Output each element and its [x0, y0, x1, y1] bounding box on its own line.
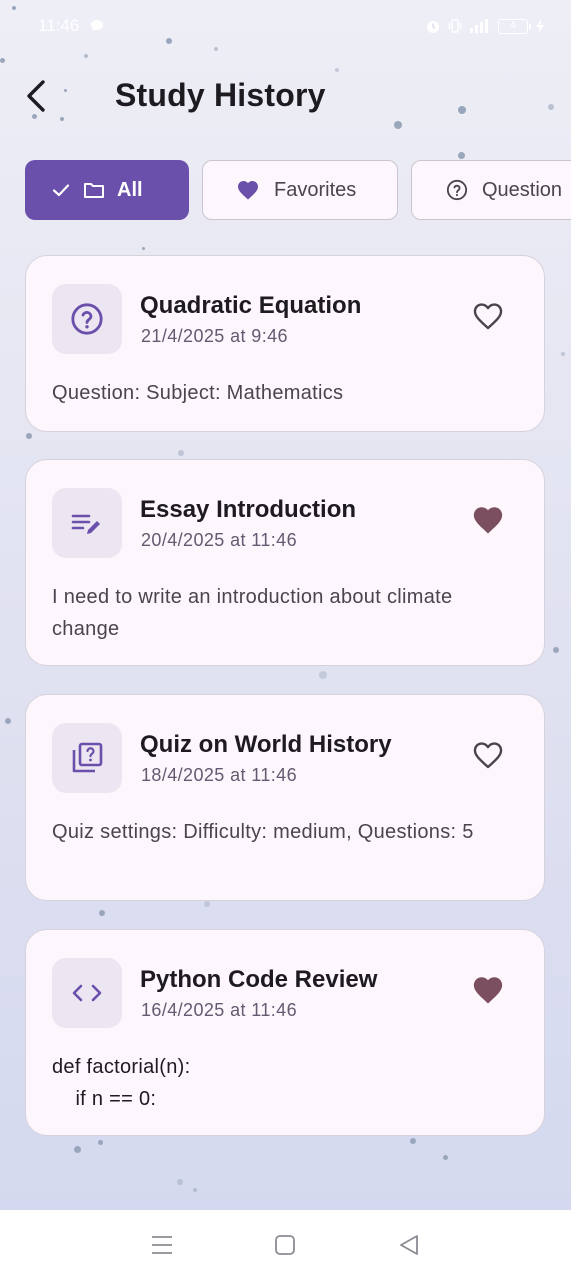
history-card[interactable]: Quadratic Equation 21/4/2025 at 9:46 Que… [25, 255, 545, 432]
card-date: 18/4/2025 at 11:46 [141, 765, 297, 785]
status-bar: 11:46 4 [0, 0, 571, 52]
folder-icon [84, 183, 104, 198]
card-preview: I need to write an introduction about cl… [52, 586, 459, 640]
status-time: 11:46 [38, 16, 80, 35]
background-dot [193, 1188, 197, 1192]
status-left: 11:46 [38, 16, 105, 36]
history-card[interactable]: Essay Introduction 20/4/2025 at 11:46 I … [25, 459, 545, 666]
history-card[interactable]: Python Code Review 16/4/2025 at 11:46 de… [25, 929, 545, 1136]
background-dot [553, 647, 559, 653]
filter-chip-all[interactable]: All [25, 160, 189, 220]
card-date: 16/4/2025 at 11:46 [141, 1000, 297, 1020]
filter-chip-question[interactable]: Question [411, 160, 571, 220]
page-title: Study History [115, 77, 326, 113]
back-button[interactable] [16, 76, 56, 116]
card-date: 20/4/2025 at 11:46 [141, 530, 297, 550]
status-right: 4 [425, 18, 545, 34]
heart-filled-icon [473, 507, 503, 534]
heart-icon [238, 181, 258, 200]
background-dot [26, 433, 32, 439]
filter-chips: All Favorites Question [25, 160, 571, 220]
filter-chip-label: All [117, 178, 143, 201]
background-dot [319, 671, 327, 679]
heart-outline-icon [473, 303, 503, 330]
alarm-icon [427, 21, 439, 33]
charging-icon [536, 19, 544, 33]
background-dot [142, 247, 145, 250]
background-dot [99, 910, 105, 916]
home-square-icon [275, 1235, 296, 1255]
card-date: 21/4/2025 at 9:46 [141, 326, 288, 346]
favorite-toggle[interactable] [468, 735, 508, 775]
background-dot [204, 901, 210, 907]
edit-note-icon [71, 514, 100, 534]
app-header: Study History [0, 66, 571, 126]
menu-icon [151, 1236, 172, 1254]
question-circle-icon [71, 303, 103, 335]
card-title: Quadratic Equation [140, 292, 362, 319]
system-nav-bar [0, 1210, 571, 1280]
card-icon-tile [52, 488, 122, 558]
background-dot [458, 152, 465, 159]
card-title: Quiz on World History [140, 731, 392, 758]
background-dot [177, 1179, 183, 1185]
heart-outline-icon [473, 742, 503, 769]
code-icon [72, 984, 102, 1002]
quiz-icon [72, 742, 103, 773]
background-dot [84, 54, 88, 58]
background-dot [0, 58, 5, 63]
background-dot [410, 1138, 416, 1144]
card-icon-tile [52, 284, 122, 354]
card-icon-tile [52, 958, 122, 1028]
background-dot [5, 718, 11, 724]
favorite-toggle[interactable] [468, 296, 508, 336]
nav-back-button[interactable] [389, 1225, 429, 1265]
chevron-left-icon [27, 80, 45, 112]
question-circle-icon [446, 179, 468, 201]
background-dot [561, 352, 565, 356]
check-icon [52, 184, 70, 197]
filter-chip-favorites[interactable]: Favorites [202, 160, 398, 220]
signal-icon [470, 19, 488, 33]
card-preview: Quiz settings: Difficulty: medium, Quest… [52, 821, 474, 843]
background-dot [443, 1155, 448, 1160]
favorite-toggle[interactable] [468, 970, 508, 1010]
card-title: Python Code Review [140, 966, 378, 993]
card-icon-tile [52, 723, 122, 793]
vibrate-icon [448, 19, 462, 33]
favorite-toggle[interactable] [468, 500, 508, 540]
back-triangle-icon [400, 1235, 419, 1255]
card-preview: Question: Subject: Mathematics [52, 382, 344, 404]
nav-home-button[interactable] [265, 1225, 305, 1265]
battery-icon: 4 [498, 18, 531, 34]
nav-menu-button[interactable] [142, 1225, 182, 1265]
heart-filled-icon [473, 977, 503, 1004]
chat-bubble-icon [91, 20, 104, 31]
filter-chip-label: Question [482, 178, 563, 201]
background-dot [74, 1146, 81, 1153]
background-dot [98, 1140, 103, 1145]
card-title: Essay Introduction [140, 496, 357, 523]
history-card[interactable]: Quiz on World History 18/4/2025 at 11:46… [25, 694, 545, 901]
background-dot [178, 450, 184, 456]
card-preview: def factorial(n): if n == 0: [52, 1056, 191, 1110]
filter-chip-label: Favorites [274, 178, 357, 201]
